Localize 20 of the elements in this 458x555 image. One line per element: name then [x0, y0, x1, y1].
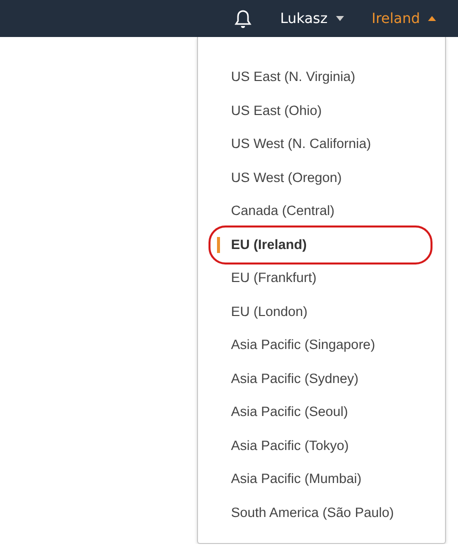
region-item[interactable]: EU (Frankfurt) — [198, 261, 445, 294]
region-item[interactable]: US West (Oregon) — [198, 160, 445, 194]
region-item[interactable]: South America (São Paulo) — [198, 496, 445, 529]
region-item[interactable]: US East (Ohio) — [198, 94, 445, 127]
region-item[interactable]: Asia Pacific (Singapore) — [198, 328, 445, 362]
selection-marker — [217, 236, 220, 252]
region-item[interactable]: EU (London) — [198, 294, 445, 328]
region-item[interactable]: Canada (Central) — [198, 194, 445, 228]
region-item[interactable]: US East (N. Virginia) — [198, 60, 445, 94]
region-item[interactable]: EU (Ireland) — [198, 228, 445, 261]
user-menu[interactable]: Lukasz — [280, 10, 344, 26]
region-item[interactable]: Asia Pacific (Mumbai) — [198, 462, 445, 496]
bell-icon[interactable] — [234, 8, 252, 28]
region-item[interactable]: Asia Pacific (Seoul) — [198, 395, 445, 428]
region-item[interactable]: US West (N. California) — [198, 127, 445, 160]
region-item[interactable]: Asia Pacific (Sydney) — [198, 362, 445, 395]
region-item[interactable]: Asia Pacific (Tokyo) — [198, 428, 445, 462]
caret-icon — [336, 16, 344, 21]
region-menu[interactable]: Ireland — [372, 10, 436, 26]
caret-icon — [428, 16, 436, 21]
